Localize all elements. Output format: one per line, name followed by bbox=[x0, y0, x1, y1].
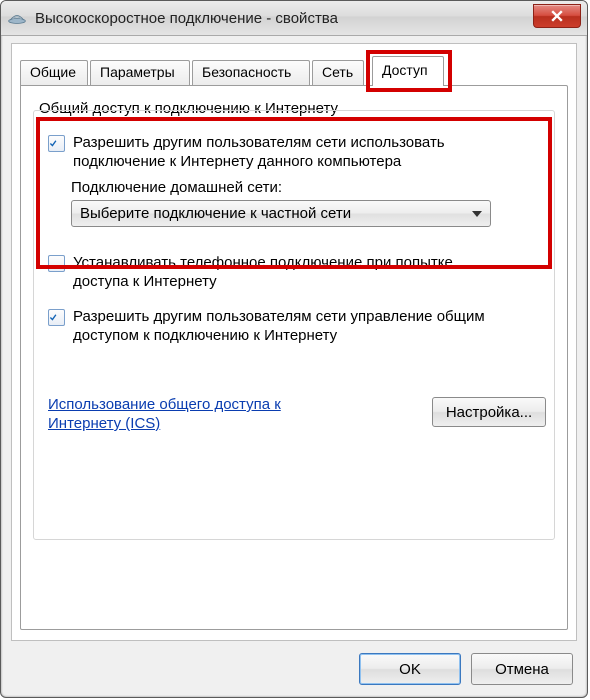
connection-icon bbox=[7, 11, 27, 25]
dialog-buttons: OK Отмена bbox=[359, 653, 573, 685]
client-area: Общие Параметры Безопасность Сеть Доступ… bbox=[11, 43, 577, 641]
tab-general[interactable]: Общие bbox=[20, 60, 88, 85]
sharing-fieldset: Разрешить другим пользователям сети испо… bbox=[33, 110, 555, 540]
chevron-down-icon bbox=[472, 211, 482, 217]
check-icon bbox=[49, 138, 57, 149]
properties-dialog: Высокоскоростное подключение - свойства … bbox=[0, 0, 588, 698]
close-icon bbox=[551, 10, 563, 22]
row-allow-sharing: Разрешить другим пользователям сети испо… bbox=[48, 133, 540, 171]
close-button[interactable] bbox=[533, 4, 581, 28]
tab-network[interactable]: Сеть bbox=[312, 60, 364, 85]
ics-help-link-wrap: Использование общего доступа к Интернету… bbox=[48, 395, 308, 433]
checkbox-dial-on-demand[interactable] bbox=[48, 255, 65, 272]
tab-panel-sharing: Общий доступ к подключению к Интернету Р… bbox=[20, 85, 568, 630]
row-dial-on-demand: Устанавливать телефонное подключение при… bbox=[48, 253, 540, 291]
cancel-button[interactable]: Отмена bbox=[471, 653, 573, 685]
select-value: Выберите подключение к частной сети bbox=[80, 205, 351, 222]
window-title: Высокоскоростное подключение - свойства bbox=[35, 10, 338, 27]
settings-button[interactable]: Настройка... bbox=[432, 397, 546, 427]
ics-help-link[interactable]: Использование общего доступа к Интернету… bbox=[48, 396, 281, 432]
check-icon bbox=[49, 312, 57, 323]
label-allow-sharing: Разрешить другим пользователям сети испо… bbox=[73, 133, 503, 171]
label-dial-on-demand: Устанавливать телефонное подключение при… bbox=[73, 253, 503, 291]
tabstrip: Общие Параметры Безопасность Сеть Доступ bbox=[20, 56, 568, 86]
ok-button[interactable]: OK bbox=[359, 653, 461, 685]
select-home-network[interactable]: Выберите подключение к частной сети bbox=[71, 200, 491, 227]
checkbox-allow-sharing[interactable] bbox=[48, 135, 65, 152]
label-home-network: Подключение домашней сети: bbox=[71, 179, 540, 196]
tab-security[interactable]: Безопасность bbox=[192, 60, 310, 85]
checkbox-allow-control[interactable] bbox=[48, 309, 65, 326]
row-allow-control: Разрешить другим пользователям сети упра… bbox=[48, 307, 540, 345]
tab-sharing[interactable]: Доступ bbox=[372, 56, 444, 86]
titlebar: Высокоскоростное подключение - свойства bbox=[1, 1, 587, 36]
tab-options[interactable]: Параметры bbox=[90, 60, 190, 85]
label-allow-control: Разрешить другим пользователям сети упра… bbox=[73, 307, 523, 345]
